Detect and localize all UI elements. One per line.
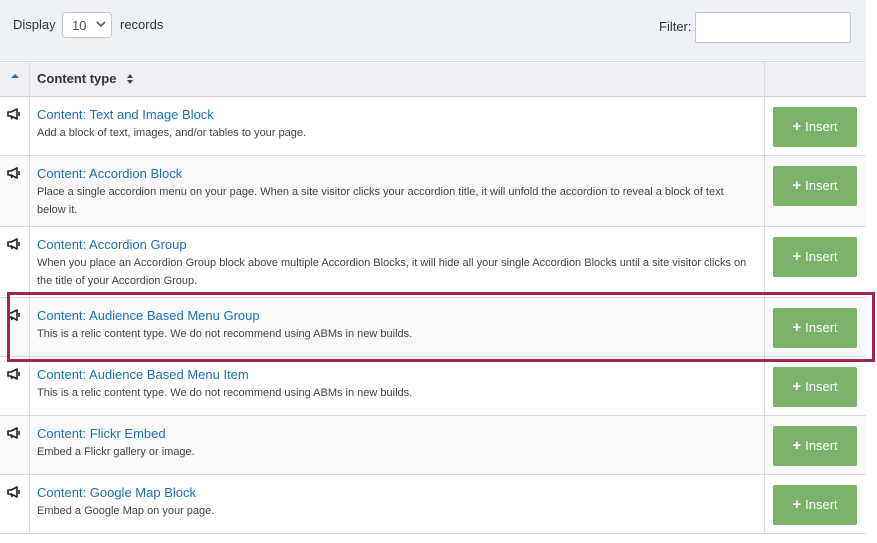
content-type-link[interactable]: Content: Accordion Group: [37, 236, 753, 254]
table-row: Content: Flickr Embed Embed a Flickr gall…: [0, 416, 866, 475]
table-row: Content: Google Map Block Embed a Google …: [0, 475, 866, 534]
insert-button-label: Insert: [805, 249, 838, 264]
insert-button[interactable]: + Insert: [773, 367, 857, 407]
table-header: Content type: [0, 61, 866, 97]
megaphone-icon: [7, 368, 20, 380]
plus-icon: +: [792, 378, 802, 395]
insert-button-label: Insert: [805, 178, 838, 193]
insert-button[interactable]: + Insert: [773, 485, 857, 525]
records-per-page-value: 10: [72, 18, 87, 33]
insert-button-label: Insert: [805, 497, 838, 512]
chevron-down-icon: [96, 21, 106, 28]
content-type-description: This is a relic content type. We do not …: [37, 328, 413, 340]
action-column-divider: [764, 62, 765, 97]
sort-up-icon: [11, 74, 19, 78]
insert-button[interactable]: + Insert: [773, 107, 857, 147]
insert-button[interactable]: + Insert: [773, 308, 857, 348]
insert-button-label: Insert: [805, 438, 838, 453]
content-type-description: When you place an Accordion Group block …: [37, 257, 747, 287]
display-label: Display: [13, 17, 56, 32]
content-type-cell: Content: Google Map Block Embed a Google …: [37, 484, 753, 520]
action-cell: + Insert: [764, 97, 867, 155]
sort-column-header[interactable]: [0, 62, 30, 97]
insert-button[interactable]: + Insert: [773, 237, 857, 277]
content-type-cell: Content: Accordion Group When you place a…: [37, 236, 753, 290]
insert-button-label: Insert: [805, 379, 838, 394]
row-icon-cell: [0, 475, 30, 533]
megaphone-icon: [7, 238, 20, 250]
content-type-link[interactable]: Content: Google Map Block: [37, 484, 753, 502]
content-type-link[interactable]: Content: Accordion Block: [37, 165, 753, 183]
insert-button[interactable]: + Insert: [773, 426, 857, 466]
insert-button-label: Insert: [805, 320, 838, 335]
content-type-description: Place a single accordion menu on your pa…: [37, 186, 724, 216]
action-cell: + Insert: [764, 416, 867, 474]
content-type-link[interactable]: Content: Flickr Embed: [37, 425, 753, 443]
megaphone-icon: [7, 427, 20, 439]
plus-icon: +: [792, 177, 802, 194]
row-icon-cell: [0, 298, 30, 356]
content-type-cell: Content: Accordion Block Place a single a…: [37, 165, 753, 219]
megaphone-icon: [7, 309, 20, 321]
filter-input[interactable]: [695, 12, 851, 43]
content-type-description: This is a relic content type. We do not …: [37, 387, 413, 399]
content-type-description: Add a block of text, images, and/or tabl…: [37, 127, 307, 139]
content-type-cell: Content: Flickr Embed Embed a Flickr gall…: [37, 425, 753, 461]
sort-both-icon: [127, 74, 134, 84]
filter-label: Filter:: [659, 19, 692, 34]
megaphone-icon: [7, 486, 20, 498]
table-row: Content: Text and Image Block Add a block…: [0, 97, 866, 156]
content-type-cell: Content: Audience Based Menu Item This is…: [37, 366, 753, 402]
plus-icon: +: [792, 437, 802, 454]
row-icon-cell: [0, 357, 30, 415]
action-cell: + Insert: [764, 475, 867, 533]
plus-icon: +: [792, 496, 802, 513]
megaphone-icon: [7, 108, 20, 120]
row-icon-cell: [0, 97, 30, 155]
action-cell: + Insert: [764, 298, 867, 356]
plus-icon: +: [792, 319, 802, 336]
records-label: records: [120, 17, 164, 32]
content-type-link[interactable]: Content: Audience Based Menu Group: [37, 307, 753, 325]
content-type-header-label: Content type: [37, 71, 117, 86]
insert-button-label: Insert: [805, 119, 838, 134]
row-icon-cell: [0, 227, 30, 297]
content-type-link[interactable]: Content: Text and Image Block: [37, 106, 753, 124]
table-controls-bar: Display 10 records Filter:: [0, 0, 866, 60]
plus-icon: +: [792, 118, 802, 135]
table-row: Content: Audience Based Menu Group This i…: [0, 298, 866, 357]
insert-button[interactable]: + Insert: [773, 166, 857, 206]
content-type-cell: Content: Text and Image Block Add a block…: [37, 106, 753, 142]
row-icon-cell: [0, 156, 30, 226]
content-type-column-header[interactable]: Content type: [37, 71, 134, 86]
action-cell: + Insert: [764, 156, 867, 226]
content-type-cell: Content: Audience Based Menu Group This i…: [37, 307, 753, 343]
action-cell: + Insert: [764, 357, 867, 415]
megaphone-icon: [7, 167, 20, 179]
row-icon-cell: [0, 416, 30, 474]
plus-icon: +: [792, 248, 802, 265]
table-row: Content: Accordion Block Place a single a…: [0, 156, 866, 227]
content-type-link[interactable]: Content: Audience Based Menu Item: [37, 366, 753, 384]
action-cell: + Insert: [764, 227, 867, 297]
content-type-description: Embed a Google Map on your page.: [37, 505, 215, 517]
table-row: Content: Accordion Group When you place a…: [0, 227, 866, 298]
table-row: Content: Audience Based Menu Item This is…: [0, 357, 866, 416]
content-type-description: Embed a Flickr gallery or image.: [37, 446, 195, 458]
records-per-page-select[interactable]: 10: [62, 12, 112, 38]
